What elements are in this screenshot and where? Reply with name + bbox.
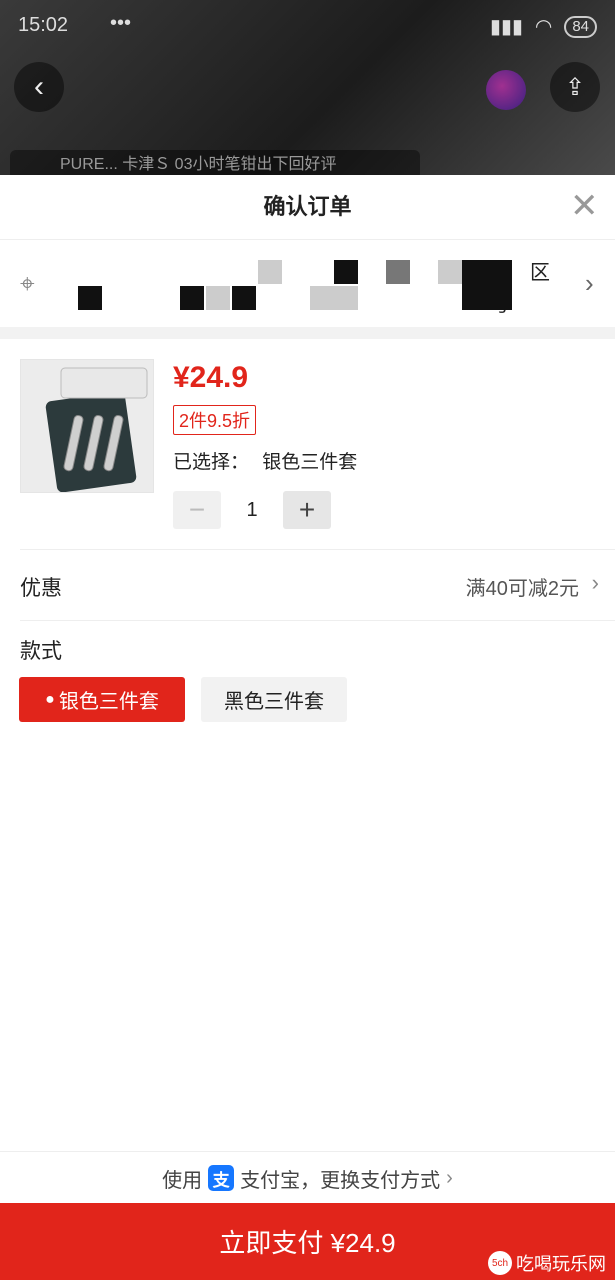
site-watermark: 5ch 吃喝玩乐网 <box>488 1250 606 1276</box>
wifi-icon: ◠ <box>534 16 553 38</box>
product-price: ¥24.9 <box>173 361 249 394</box>
alipay-icon: 支 <box>208 1165 235 1191</box>
redaction-block <box>334 286 358 310</box>
redaction-block <box>310 286 334 310</box>
location-pin-icon: ⌖ <box>20 268 35 298</box>
promo-row[interactable]: 优惠 满40可减2元 › <box>0 550 615 620</box>
brand-avatar[interactable] <box>486 70 526 110</box>
status-dots: ••• <box>110 12 132 34</box>
payment-suffix: 支付宝，更换支付方式 <box>240 1169 441 1192</box>
selected-spec: 已选择： 银色三件套 <box>173 447 357 474</box>
chevron-right-icon: › <box>585 268 594 298</box>
redaction-block <box>438 260 462 284</box>
chevron-right-icon: › <box>591 570 599 595</box>
redaction-block <box>180 286 204 310</box>
product-page-backdrop: 15:02 ••• ▮▮▮ ◠ 84 ‹ ⇪ PURE... 卡津Ｓ 03小时笔… <box>0 0 615 180</box>
redaction-block <box>258 260 282 284</box>
close-icon[interactable]: ✕ <box>570 187 599 225</box>
style-section-title: 款式 <box>20 640 62 663</box>
flame-icon: ● <box>45 690 55 708</box>
switch-payment-method[interactable]: 使用 支 支付宝，更换支付方式 › <box>0 1151 615 1204</box>
battery-indicator: 84 <box>564 15 597 38</box>
nail-clipper-set-image <box>21 360 153 492</box>
divider <box>20 620 615 621</box>
redaction-block <box>334 260 358 284</box>
promo-label: 优惠 <box>20 577 62 600</box>
quantity-stepper: − 1 + <box>173 491 331 529</box>
selected-label: 已选择： <box>173 452 250 473</box>
discount-badge: 2件9.5折 <box>173 405 257 435</box>
style-option-label: 黑色三件套 <box>224 691 324 713</box>
share-icon: ⇪ <box>564 73 586 101</box>
style-option-label: 银色三件套 <box>58 691 159 713</box>
sheet-header: 确认订单 ✕ <box>0 175 615 239</box>
decrease-quantity-button[interactable]: − <box>173 491 221 529</box>
product-thumbnail[interactable] <box>20 359 154 493</box>
watermark-text: 吃喝玩乐网 <box>516 1254 606 1274</box>
address-district: 区 <box>530 262 550 284</box>
product-info: ¥24.9 2件9.5折 已选择： 银色三件套 − 1 + <box>0 339 615 549</box>
chevron-right-icon: › <box>446 1166 453 1189</box>
style-option-silver[interactable]: ● 银色三件套 <box>19 677 185 722</box>
payment-prefix: 使用 <box>162 1169 203 1192</box>
back-button[interactable]: ‹ <box>14 62 64 112</box>
promo-value: 满40可减2元 <box>465 578 579 600</box>
status-bar: 15:02 ••• ▮▮▮ ◠ 84 <box>18 10 597 40</box>
increase-quantity-button[interactable]: + <box>283 491 331 529</box>
section-divider <box>0 327 615 339</box>
signal-icon: ▮▮▮ <box>489 16 523 38</box>
quantity-value[interactable]: 1 <box>221 499 283 522</box>
chevron-left-icon: ‹ <box>34 70 44 103</box>
redaction-block <box>462 260 512 310</box>
watermark-logo-icon: 5ch <box>488 1251 512 1275</box>
address-row[interactable]: ⌖ 区 号 › <box>0 239 615 328</box>
share-button[interactable]: ⇪ <box>550 62 600 112</box>
redaction-block <box>386 260 410 284</box>
selected-value: 银色三件套 <box>262 452 358 473</box>
redaction-block <box>232 286 256 310</box>
confirm-order-sheet: 确认订单 ✕ ⌖ 区 号 › <box>0 175 615 1280</box>
sheet-title: 确认订单 <box>263 194 352 219</box>
status-time: 15:02 <box>18 14 69 36</box>
style-option-black[interactable]: 黑色三件套 <box>201 677 347 722</box>
redaction-block <box>78 286 102 310</box>
redaction-block <box>206 286 230 310</box>
